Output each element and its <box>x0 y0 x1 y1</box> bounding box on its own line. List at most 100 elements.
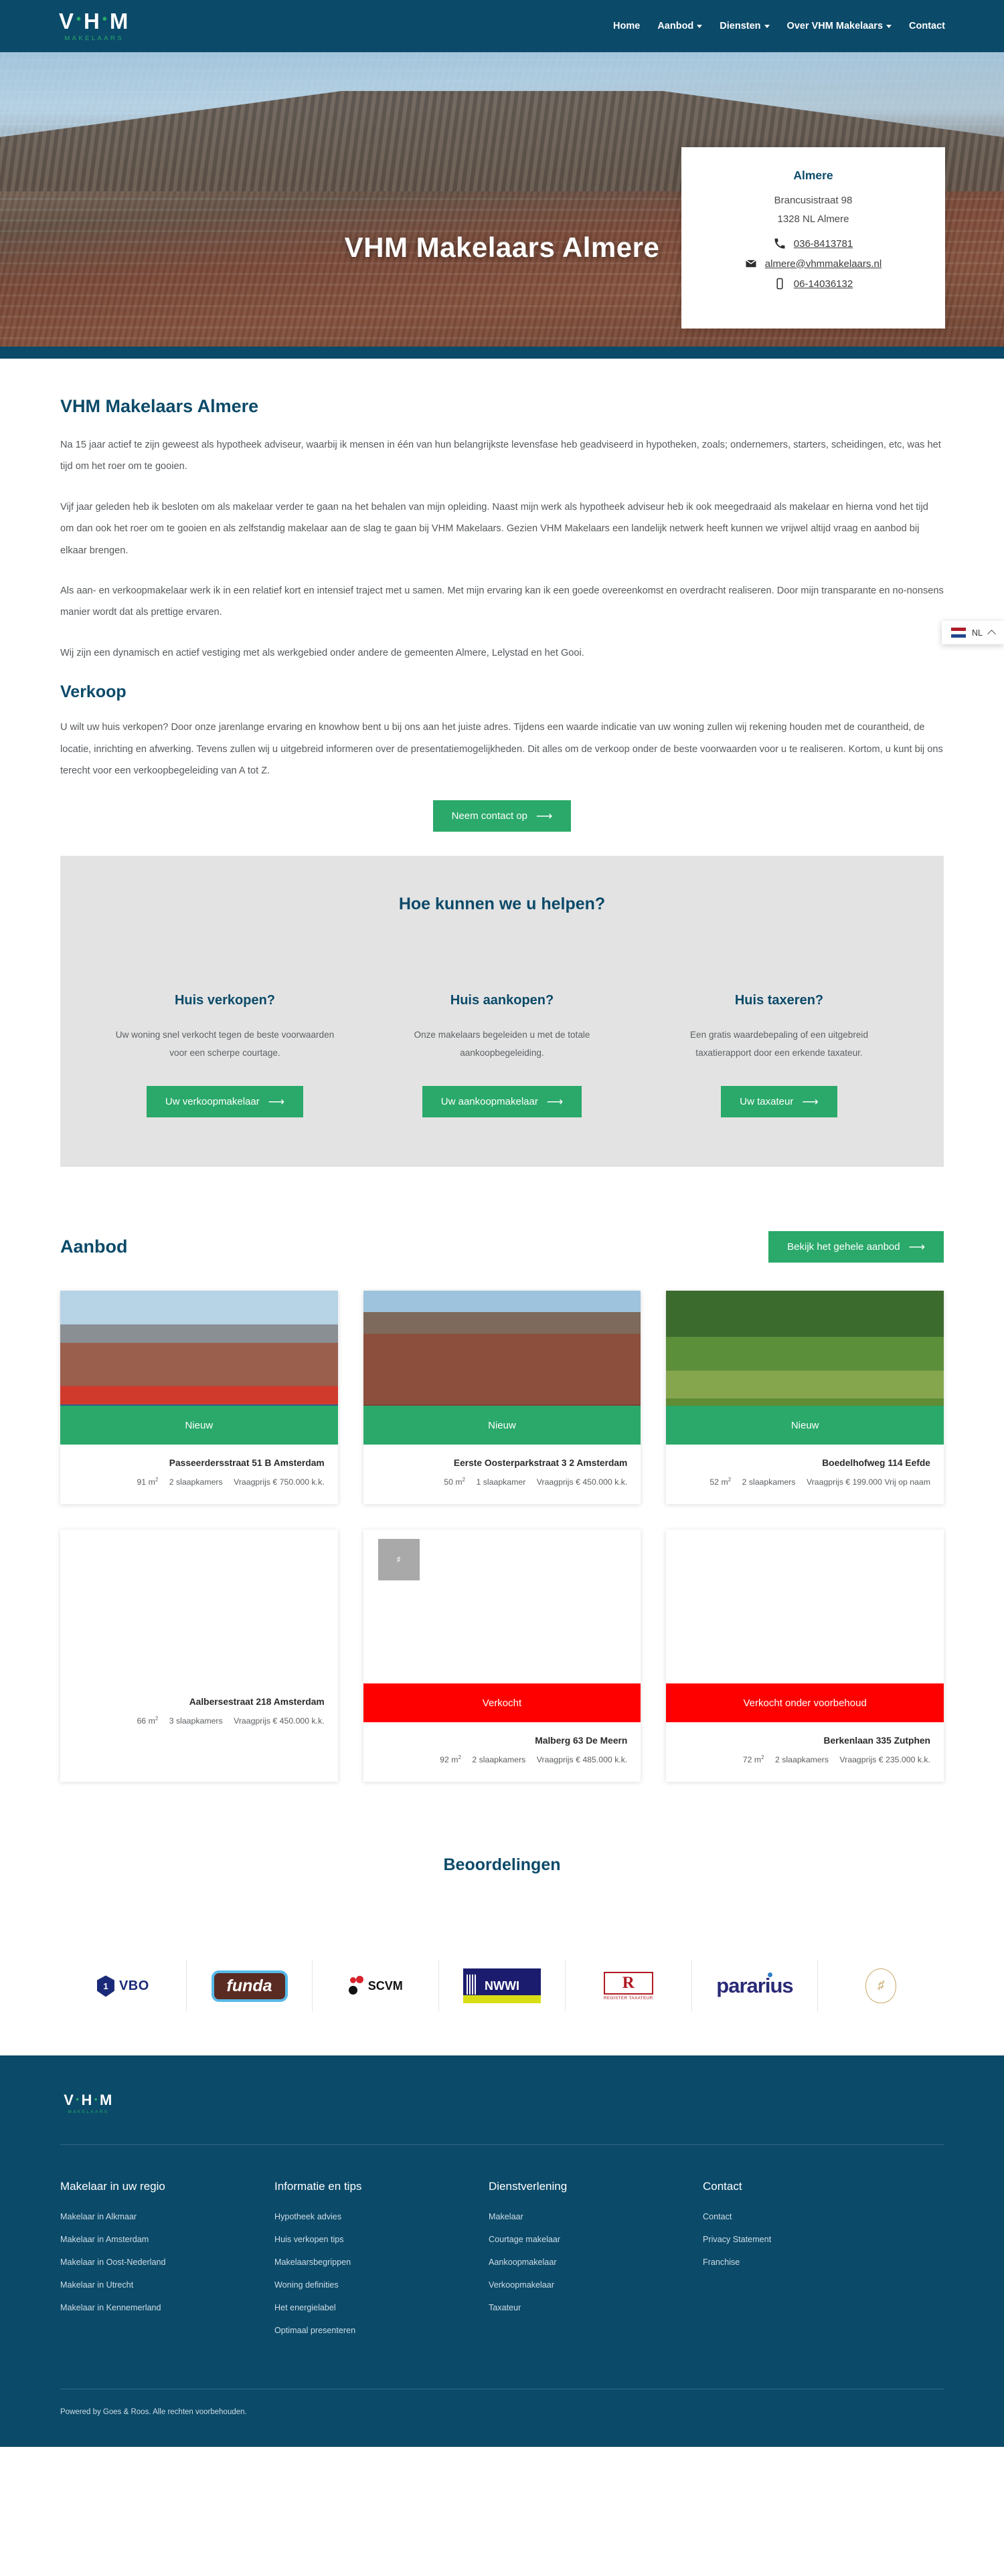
footer-link-privacy-statement[interactable]: Privacy Statement <box>703 2235 917 2244</box>
button-label: Uw aankoopmakelaar <box>440 1096 538 1108</box>
footer-link-optimaal-presenteren[interactable]: Optimaal presenteren <box>274 2326 489 2335</box>
envelope-icon <box>745 260 756 268</box>
property-card[interactable]: Verkocht onder voorbehoud Berkenlaan 335… <box>666 1530 944 1782</box>
nwwi-logo-icon: NWWI <box>463 1968 541 2004</box>
main-navigation: Home Aanbod Diensten Over VHM Makelaars … <box>613 21 945 31</box>
register-taxateur-sublabel: REGISTER TAXATEUR <box>603 1996 653 2001</box>
property-meta: 66 m2 3 slaapkamers Vraagprijs € 450.000… <box>74 1716 324 1726</box>
footer-link-aankoopmakelaar[interactable]: Aankoopmakelaar <box>489 2258 703 2267</box>
property-photo <box>60 1530 338 1684</box>
help-column-taxeren: Huis taxeren? Een gratis waardebepaling … <box>661 993 897 1118</box>
language-code: NL <box>972 628 983 638</box>
property-price: Vraagprijs € 199.000 Vrij op naam <box>806 1477 930 1487</box>
footer-link-makelaar-amsterdam[interactable]: Makelaar in Amsterdam <box>60 2235 274 2244</box>
logo-cell-nrvt[interactable]: ♯ <box>817 1960 944 2012</box>
hero-bottom-bar <box>0 347 1004 359</box>
logo-dot-icon: • <box>76 2094 80 2104</box>
property-address: Malberg 63 De Meern <box>535 1736 628 1746</box>
nav-item-aanbod[interactable]: Aanbod <box>657 21 703 31</box>
bekijk-gehele-aanbod-button[interactable]: Bekijk het gehele aanbod ⟶ <box>768 1231 944 1263</box>
footer-link-taxateur[interactable]: Taxateur <box>489 2303 703 2312</box>
help-text: Onze makelaars begeleiden u met de total… <box>414 1030 590 1059</box>
property-area: 66 m2 <box>137 1716 159 1726</box>
nav-item-home[interactable]: Home <box>613 21 640 31</box>
property-grid: Nieuw Passeerdersstraat 51 B Amsterdam 9… <box>60 1291 944 1782</box>
help-columns: Huis verkopen? Uw woning snel verkocht t… <box>107 993 897 1118</box>
logo-wordmark: V • H • M <box>59 9 130 34</box>
chevron-down-icon <box>697 24 703 28</box>
footer-link-het-energielabel[interactable]: Het energielabel <box>274 2303 489 2312</box>
hero-banner: VHM Makelaars Almere Almere Brancusistra… <box>0 52 1004 359</box>
footer-link-makelaar-utrecht[interactable]: Makelaar in Utrecht <box>60 2280 274 2290</box>
footer-link-franchise[interactable]: Franchise <box>703 2258 917 2267</box>
property-meta: 50 m2 1 slaapkamer Vraagprijs € 450.000 … <box>377 1477 627 1487</box>
property-area: 92 m2 <box>440 1754 461 1765</box>
language-selector[interactable]: NL <box>942 621 1004 644</box>
help-column-verkopen: Huis verkopen? Uw woning snel verkocht t… <box>107 993 343 1118</box>
site-header: V • H • M MAKELAARS Home Aanbod Diensten Ove… <box>0 0 1004 52</box>
footer-link-makelaar-alkmaar[interactable]: Makelaar in Alkmaar <box>60 2212 274 2221</box>
chevron-down-icon <box>764 24 770 28</box>
office-phone-link[interactable]: 036-8413781 <box>794 238 853 250</box>
neem-contact-op-button[interactable]: Neem contact op ⟶ <box>432 800 572 832</box>
property-meta: 92 m2 2 slaapkamers Vraagprijs € 485.000… <box>377 1754 627 1765</box>
verkoop-paragraph: U wilt uw huis verkopen? Door onze jaren… <box>60 722 943 776</box>
footer-link-courtage-makelaar[interactable]: Courtage makelaar <box>489 2235 703 2244</box>
footer-logo[interactable]: V • H • M MAKELAARS <box>59 2093 118 2115</box>
footer-logo-wordmark: V • H • M <box>64 2092 113 2109</box>
property-area: 72 m2 <box>742 1754 764 1765</box>
property-card[interactable]: Nieuw Passeerdersstraat 51 B Amsterdam 9… <box>60 1291 338 1505</box>
property-meta: 91 m2 2 slaapkamers Vraagprijs € 750.000… <box>74 1477 324 1487</box>
footer-link-hypotheek-advies[interactable]: Hypotheek advies <box>274 2212 489 2221</box>
footer-column-dienstverlening: Dienstverlening Makelaar Courtage makela… <box>489 2180 703 2349</box>
footer-link-makelaar-oost-nederland[interactable]: Makelaar in Oost-Nederland <box>60 2258 274 2267</box>
footer-link-contact[interactable]: Contact <box>703 2212 917 2221</box>
office-mobile-link[interactable]: 06-14036132 <box>794 278 853 290</box>
chevron-down-icon <box>886 24 892 28</box>
uw-verkoopmakelaar-button[interactable]: Uw verkoopmakelaar ⟶ <box>146 1086 304 1118</box>
logo-cell-pararius[interactable]: pararius <box>691 1960 818 2012</box>
nav-label: Contact <box>909 21 945 31</box>
logo-dot-icon: • <box>76 11 83 27</box>
logo-dot-icon: • <box>94 2094 98 2104</box>
footer-column-informatie: Informatie en tips Hypotheek advies Huis… <box>274 2180 489 2349</box>
help-title: Huis verkopen? <box>174 993 276 1008</box>
partner-logos: 1 VBO funda SCVM NWWI R REGISTER TAXATEU… <box>60 1960 944 2029</box>
property-card[interactable]: Nieuw Eerste Oosterparkstraat 3 2 Amster… <box>363 1291 641 1505</box>
arrow-right-icon: ⟶ <box>546 1095 564 1109</box>
property-body: Berkenlaan 335 Zutphen 72 m2 2 slaapkame… <box>666 1722 944 1782</box>
office-contact-card: Almere Brancusistraat 98 1328 NL Almere … <box>681 147 945 329</box>
logo-cell-nwwi[interactable]: NWWI <box>438 1960 565 2012</box>
property-photo: Nieuw <box>666 1291 944 1445</box>
property-area: 91 m2 <box>137 1477 159 1487</box>
aanbod-header: Aanbod Bekijk het gehele aanbod ⟶ <box>60 1231 944 1263</box>
vbo-label: VBO <box>118 1978 149 1993</box>
footer-link-makelaar[interactable]: Makelaar <box>489 2212 703 2221</box>
office-email-link[interactable]: almere@vhmmakelaars.nl <box>765 258 882 270</box>
reviews-section: Beoordelingen 1 VBO funda SCVM NWWI R RE… <box>60 1855 944 2029</box>
intro-paragraph-1: Na 15 jaar actief te zijn geweest als hy… <box>60 440 941 472</box>
footer-link-makelaar-kennemerland[interactable]: Makelaar in Kennemerland <box>60 2303 274 2312</box>
property-address: Eerste Oosterparkstraat 3 2 Amsterdam <box>453 1458 628 1469</box>
property-price: Vraagprijs € 235.000 k.k. <box>839 1755 930 1765</box>
property-card[interactable]: ♯ Verkocht Malberg 63 De Meern 92 m2 2 s… <box>363 1530 641 1782</box>
office-city: Almere <box>793 169 833 182</box>
footer-link-huis-verkopen-tips[interactable]: Huis verkopen tips <box>274 2235 489 2244</box>
footer-link-woning-definities[interactable]: Woning definities <box>274 2280 489 2290</box>
footer-link-verkoopmakelaar[interactable]: Verkoopmakelaar <box>489 2280 703 2290</box>
nav-item-diensten[interactable]: Diensten <box>720 21 770 31</box>
uw-aankoopmakelaar-button[interactable]: Uw aankoopmakelaar ⟶ <box>422 1086 582 1118</box>
nav-item-over-vhm-makelaars[interactable]: Over VHM Makelaars <box>787 21 892 31</box>
scvm-label: SCVM <box>367 1979 403 1993</box>
logo-cell-vbo[interactable]: 1 VBO <box>60 1960 186 2011</box>
logo-cell-register-taxateur[interactable]: R REGISTER TAXATEUR <box>564 1960 691 2012</box>
uw-taxateur-button[interactable]: Uw taxateur ⟶ <box>721 1086 837 1118</box>
logo-cell-funda[interactable]: funda <box>185 1960 313 2012</box>
property-card[interactable]: Aalbersestraat 218 Amsterdam 66 m2 3 sla… <box>60 1530 338 1782</box>
footer-link-makelaarsbegrippen[interactable]: Makelaarsbegrippen <box>274 2258 489 2267</box>
site-logo[interactable]: V • H • M MAKELAARS <box>59 10 129 42</box>
nav-item-contact[interactable]: Contact <box>909 21 945 31</box>
logo-cell-scvm[interactable]: SCVM <box>312 1960 438 2012</box>
property-rooms: 2 slaapkamers <box>472 1755 526 1765</box>
property-card[interactable]: Nieuw Boedelhofweg 114 Eefde 52 m2 2 sla… <box>666 1291 944 1505</box>
